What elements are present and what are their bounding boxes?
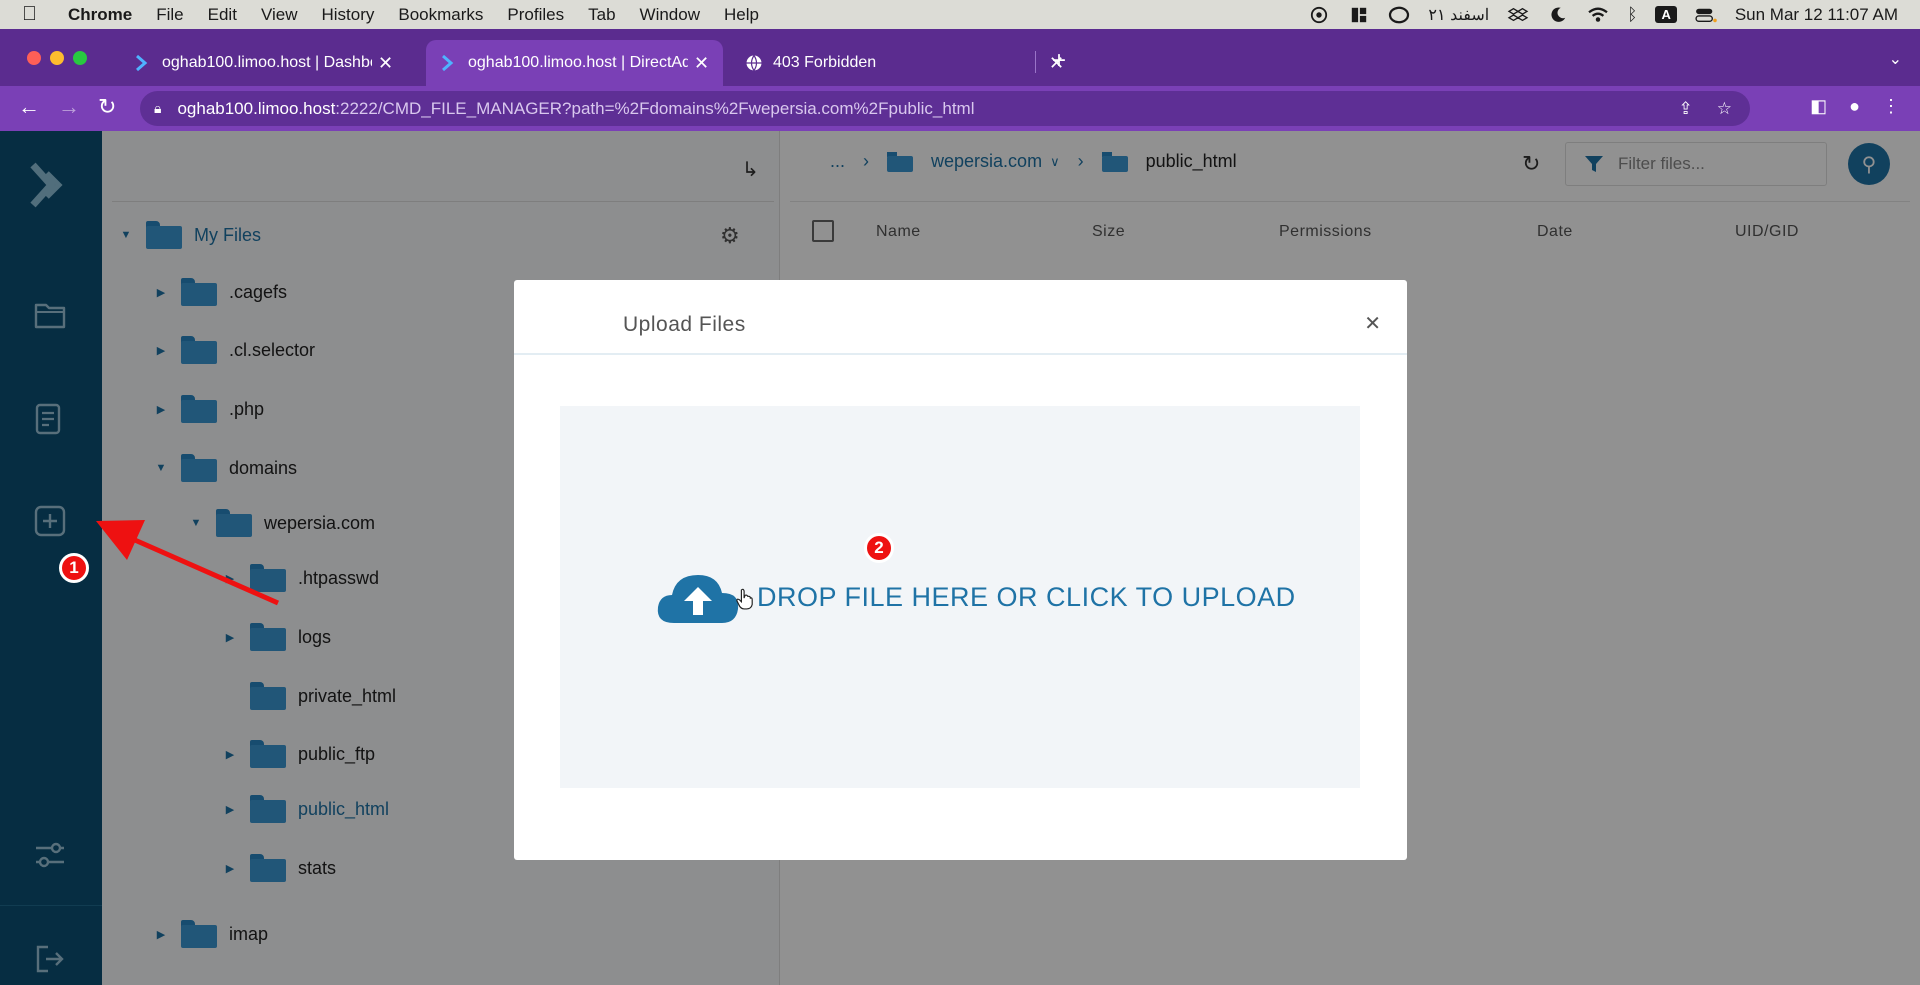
upload-files-dialog: Upload Files ✕ DROP FILE HERE OR CLICK T… (514, 280, 1407, 860)
vpn-icon[interactable] (1308, 6, 1330, 24)
reload-icon[interactable]: ↻ (98, 94, 116, 120)
back-arrow-icon[interactable]: ← (18, 94, 40, 120)
creative-cloud-icon[interactable] (1388, 6, 1410, 24)
tab-close-icon[interactable]: ✕ (378, 53, 393, 74)
menu-profiles[interactable]: Profiles (507, 5, 564, 25)
step-marker-2: 2 (864, 533, 894, 563)
step-marker-1: 1 (59, 553, 89, 583)
menu-file[interactable]: File (156, 5, 183, 25)
lock-icon[interactable]: 🔒︎ (154, 100, 161, 117)
close-window-button[interactable] (27, 51, 41, 65)
cloud-upload-icon (657, 575, 739, 623)
control-center-icon[interactable] (1695, 6, 1717, 24)
menu-app-chrome[interactable]: Chrome (68, 5, 132, 25)
apple-menu-icon[interactable]:  (22, 3, 50, 26)
bluetooth-icon[interactable]: ᛒ (1627, 5, 1637, 25)
profile-avatar-icon[interactable]: ● (1849, 96, 1860, 117)
macos-menubar:  Chrome File Edit View History Bookmark… (0, 0, 1920, 29)
tab-close-icon[interactable]: ✕ (694, 53, 709, 74)
menu-tab[interactable]: Tab (588, 5, 615, 25)
tab-directadmin[interactable]: oghab100.limoo.host | DirectAdmin ✕ (426, 40, 724, 86)
layout-icon[interactable] (1348, 6, 1370, 24)
menu-edit[interactable]: Edit (208, 5, 237, 25)
browser-toolbar: ← → ↻ 🔒︎ oghab100.limoo.host:2222/CMD_FI… (0, 86, 1920, 131)
dialog-title: Upload Files (623, 313, 746, 336)
hand-pointer-cursor-icon (736, 588, 753, 610)
input-source-indicator[interactable]: A (1655, 6, 1677, 23)
tab-title: oghab100.limoo.host | DirectAdmin (468, 54, 688, 71)
address-bar[interactable]: 🔒︎ oghab100.limoo.host:2222/CMD_FILE_MAN… (140, 91, 1750, 126)
tab-title: oghab100.limoo.host | Dashboard (162, 54, 372, 71)
tab-title: 403 Forbidden (773, 54, 877, 71)
dialog-header-divider (514, 353, 1407, 355)
url-host: oghab100.limoo.host (177, 98, 336, 118)
zoom-window-button[interactable] (73, 51, 87, 65)
tab-dashboard[interactable]: oghab100.limoo.host | Dashboard ✕ (120, 40, 407, 86)
tab-search-chevron-icon[interactable]: ⌄ (1889, 49, 1902, 69)
directadmin-favicon-icon (442, 54, 454, 72)
drop-file-label[interactable]: DROP FILE HERE OR CLICK TO UPLOAD (757, 582, 1296, 613)
minimize-window-button[interactable] (50, 51, 64, 65)
menu-bookmarks[interactable]: Bookmarks (398, 5, 483, 25)
file-drop-zone[interactable]: DROP FILE HERE OR CLICK TO UPLOAD (560, 406, 1360, 788)
menu-help[interactable]: Help (724, 5, 759, 25)
share-icon[interactable]: ⇪ (1679, 99, 1693, 119)
side-panel-icon[interactable]: ◧ (1810, 96, 1827, 117)
chrome-menu-icon[interactable]: ⋮ (1882, 96, 1900, 117)
moon-icon[interactable] (1547, 6, 1569, 24)
new-tab-button[interactable]: + (1052, 47, 1066, 75)
url-path: :2222/CMD_FILE_MANAGER?path=%2Fdomains%2… (335, 98, 975, 118)
tab-divider (1035, 51, 1036, 73)
bookmark-star-icon[interactable]: ☆ (1717, 99, 1732, 119)
browser-tab-strip: oghab100.limoo.host | Dashboard ✕ oghab1… (0, 29, 1920, 86)
menubar-clock[interactable]: Sun Mar 12 11:07 AM (1735, 5, 1898, 25)
close-icon[interactable]: ✕ (1364, 311, 1381, 336)
globe-icon (746, 55, 762, 71)
wifi-icon[interactable] (1587, 6, 1609, 24)
directadmin-favicon-icon (136, 54, 148, 72)
persian-date[interactable]: ۲۱ اسفند (1428, 5, 1489, 25)
window-controls (27, 51, 87, 65)
forward-arrow-icon[interactable]: → (58, 94, 80, 120)
tab-forbidden[interactable]: 403 Forbidden ✕ (731, 40, 1078, 86)
menu-window[interactable]: Window (640, 5, 700, 25)
dropbox-icon[interactable] (1507, 6, 1529, 24)
menu-view[interactable]: View (261, 5, 298, 25)
menu-history[interactable]: History (321, 5, 374, 25)
